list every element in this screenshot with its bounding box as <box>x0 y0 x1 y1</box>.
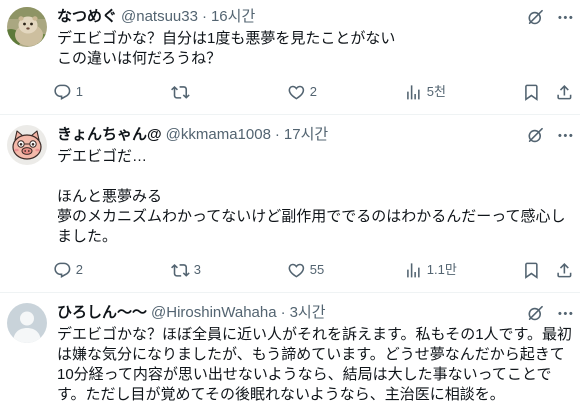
tweet-header: ひろしん〜〜 @HiroshinWahaha · 3시간 <box>57 303 577 323</box>
like-button[interactable]: 55 <box>287 260 324 280</box>
text-line: は嫌な気分になりましたが、もう諦めています。どうせ夢なんだから起きて <box>57 346 565 363</box>
reply-count: 2 <box>75 262 83 277</box>
display-name[interactable]: ひろしん〜〜 <box>57 304 147 321</box>
text-line: 夢のメカニズムわかってないけど副作用ででるのはわかるんだーって感心し <box>57 208 566 225</box>
actions-bar: 1 2 5천 <box>54 82 577 102</box>
timestamp[interactable]: 17시간 <box>284 126 328 143</box>
retweet-icon <box>171 263 190 277</box>
handle[interactable]: @HiroshinWahaha <box>151 304 277 321</box>
default-avatar <box>7 303 47 343</box>
views-icon <box>407 84 420 100</box>
more-button[interactable] <box>555 303 575 323</box>
like-icon <box>288 85 305 100</box>
tweet-text: デエビゴかな？自分は1度も悪夢を見たことがない この違いは何だろうね？ <box>57 29 577 69</box>
like-icon <box>288 263 305 278</box>
separator: · <box>201 8 207 25</box>
text-line: この違いは何だろうね？ <box>57 50 222 67</box>
views-count: 1.1만 <box>426 262 457 277</box>
reply-button[interactable]: 2 <box>53 260 83 280</box>
text-line: デエビゴだ… <box>57 148 148 165</box>
paragraph: デエビゴだ… <box>57 147 577 167</box>
avatar[interactable] <box>7 125 47 165</box>
tweet-content: なつめぐ @natsuu33 · 16시간 デエビゴかな？自分は1度も悪夢を見たことが… <box>54 7 577 102</box>
tweet-text: デエビゴかな？ほぼ全員に近い人がそれを訴えます。私もその1人です。最初 は嫌な気… <box>57 325 577 405</box>
tweet-header: なつめぐ @natsuu33 · 16시간 <box>57 7 577 27</box>
like-count: 2 <box>309 84 317 99</box>
views-button[interactable]: 1.1만 <box>404 260 457 280</box>
reply-icon <box>54 84 71 100</box>
share-icon <box>557 84 572 100</box>
more-icon <box>557 311 573 315</box>
like-button[interactable]: 2 <box>287 82 317 102</box>
reply-button[interactable]: 1 <box>53 82 83 102</box>
bookmark-button[interactable] <box>522 260 541 280</box>
retweet-button[interactable] <box>171 82 190 102</box>
reply-icon <box>54 262 71 278</box>
timestamp[interactable]: 3시간 <box>290 304 326 321</box>
tweet[interactable]: きょんちゃん@ @kkmama1008 · 17시간 デエビゴだ… ほんと悪夢み… <box>0 115 580 293</box>
handle[interactable]: @kkmama1008 <box>166 126 271 143</box>
grok-button[interactable] <box>525 303 545 323</box>
reply-feed: なつめぐ @natsuu33 · 16시간 デエビゴかな？自分は1度も悪夢を見たことが… <box>0 0 580 408</box>
tweet[interactable]: なつめぐ @natsuu33 · 16시간 デエビゴかな？自分は1度も悪夢を見たことが… <box>0 0 580 115</box>
views-button[interactable]: 5천 <box>404 82 446 102</box>
text-line: ました。 <box>57 228 118 245</box>
views-icon <box>407 262 420 278</box>
paragraph: デエビゴかな？自分は1度も悪夢を見たことがない この違いは何だろうね？ <box>57 29 577 69</box>
grok-button[interactable] <box>525 125 545 145</box>
tweet-header: きょんちゃん@ @kkmama1008 · 17시간 <box>57 125 577 145</box>
bookmark-button[interactable] <box>522 82 541 102</box>
share-button[interactable] <box>555 82 574 102</box>
retweet-button[interactable]: 3 <box>171 260 201 280</box>
bookmark-icon <box>525 262 538 279</box>
bookmark-icon <box>525 84 538 101</box>
share-button[interactable] <box>555 260 574 280</box>
grok-icon <box>528 127 543 142</box>
views-count: 5천 <box>426 84 446 99</box>
tweet-content: きょんちゃん@ @kkmama1008 · 17시간 デエビゴだ… ほんと悪夢み… <box>54 125 577 280</box>
retweet-icon <box>171 85 190 99</box>
more-button[interactable] <box>555 7 575 27</box>
grok-button[interactable] <box>525 7 545 27</box>
actions-bar: 2 3 55 1.1만 <box>54 260 577 280</box>
display-name[interactable]: なつめぐ <box>57 8 117 25</box>
animal-photo-avatar <box>7 7 47 47</box>
share-icon <box>557 262 572 278</box>
text-line: デエビゴかな？自分は1度も悪夢を見たことがない <box>57 30 396 47</box>
retweet-count: 3 <box>193 262 201 277</box>
text-line: デエビゴかな？ほぼ全員に近い人がそれを訴えます。私もその1人です。最初 <box>57 326 573 343</box>
separator: · <box>274 126 280 143</box>
tweet-text: デエビゴだ… ほんと悪夢みる 夢のメカニズムわかってないけど副作用ででるのはわか… <box>57 147 577 247</box>
timestamp[interactable]: 16시간 <box>211 8 255 25</box>
more-icon <box>557 15 573 19</box>
grok-icon <box>528 305 543 320</box>
tweet[interactable]: ひろしん〜〜 @HiroshinWahaha · 3시간 デエビゴかな？ほぼ全員に近い… <box>0 293 580 405</box>
grok-icon <box>528 9 543 24</box>
more-button[interactable] <box>555 125 575 145</box>
text-line: す。ただし目が覚めてその後眠れないようなら、主治医に相談を。 <box>57 386 505 403</box>
more-icon <box>557 133 573 137</box>
reply-count: 1 <box>75 84 83 99</box>
text-line: ほんと悪夢みる <box>57 188 163 205</box>
cartoon-avatar <box>7 125 47 165</box>
paragraph: デエビゴかな？ほぼ全員に近い人がそれを訴えます。私もその1人です。最初 は嫌な気… <box>57 325 577 405</box>
handle[interactable]: @natsuu33 <box>121 8 198 25</box>
text-line: 10分経って内容が思い出せないようなら、結局は大した事ないってことで <box>57 366 552 383</box>
avatar[interactable] <box>7 303 47 343</box>
tweet-content: ひろしん〜〜 @HiroshinWahaha · 3시간 デエビゴかな？ほぼ全員に近い… <box>57 303 577 405</box>
paragraph: ほんと悪夢みる 夢のメカニズムわかってないけど副作用ででるのはわかるんだーって感… <box>57 187 577 247</box>
avatar[interactable] <box>7 7 47 47</box>
separator: · <box>280 304 286 321</box>
like-count: 55 <box>309 262 325 277</box>
display-name[interactable]: きょんちゃん@ <box>57 126 162 143</box>
